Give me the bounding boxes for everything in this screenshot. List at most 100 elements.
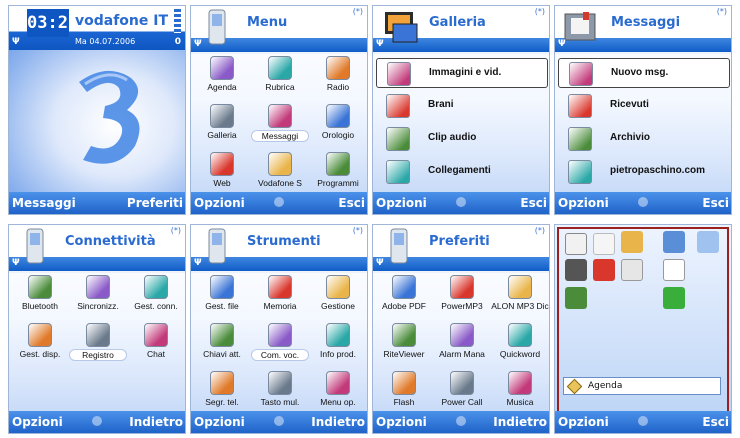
bell-icon[interactable] (663, 259, 685, 281)
screen-title: Connettività (65, 234, 156, 249)
image-icon[interactable] (621, 259, 643, 281)
grid-item[interactable]: Galleria (193, 104, 251, 150)
softkey-right[interactable]: Esci (702, 415, 729, 429)
softkey-bar: Opzioni Indietro (191, 411, 367, 433)
connect-icon[interactable] (663, 287, 685, 309)
standby-screen: 03:28 vodafone IT Ma 04.07.2006 0 Ψ Mess… (8, 5, 186, 215)
grid-item-label: Musica (506, 397, 534, 407)
header: Strumenti Ψ (*) (191, 225, 367, 273)
agenda-field[interactable]: Agenda (563, 377, 721, 395)
grid-item[interactable]: RiteViewer (375, 323, 433, 369)
grid-item[interactable]: Registro (69, 323, 127, 369)
camera-icon[interactable] (565, 259, 587, 281)
preferiti-screen: Preferiti Ψ (*) Adobe PDF PowerMP3 ALON MP… (372, 224, 550, 434)
signal-icon: Ψ (194, 258, 202, 268)
softkey-left[interactable]: Opzioni (12, 415, 63, 429)
grid-item[interactable]: Quickword (491, 323, 549, 369)
item-icon (386, 94, 410, 118)
phone-icon[interactable] (697, 231, 719, 253)
softkey-left[interactable]: Opzioni (558, 196, 609, 210)
grid-item[interactable]: Gest. file (193, 275, 251, 321)
signal-icon: Ψ (194, 39, 202, 49)
galleria-screen: Galleria Ψ (*) Immagini e vid. Brani Clip … (372, 5, 550, 215)
list-item[interactable]: Collegamenti (376, 157, 548, 187)
grid-item[interactable]: Chiavi att. (193, 323, 251, 369)
signal-icon: Ψ (376, 258, 384, 268)
softkey-left[interactable]: Opzioni (376, 196, 427, 210)
softkey-right[interactable]: Indietro (493, 415, 547, 429)
list-item[interactable]: Archivio (558, 124, 730, 154)
grid-item[interactable]: Chat (127, 323, 185, 369)
grid-item-label: Sincronizz. (77, 301, 119, 311)
screen-title: Messaggi (611, 15, 681, 30)
grid-item[interactable]: Adobe PDF (375, 275, 433, 321)
three-logo-icon (79, 70, 140, 164)
grid-item[interactable]: ALON MP3 Dic (491, 275, 549, 321)
pen-icon[interactable] (621, 231, 643, 253)
list-item[interactable]: Immagini e vid. (376, 58, 548, 88)
app-icon (508, 323, 532, 347)
grid-item-label: Gestione (320, 301, 356, 311)
battery-icon (174, 9, 181, 33)
grid-item[interactable]: Com. voc. (251, 323, 309, 369)
calendar-icon[interactable] (565, 233, 587, 255)
grid-item[interactable]: Gestione (309, 275, 367, 321)
grid-item[interactable]: Orologio (309, 104, 367, 150)
list-item[interactable]: pietropaschino.com (558, 157, 730, 187)
list-item[interactable]: Nuovo msg. (558, 58, 730, 88)
app-icon (86, 323, 110, 347)
softkey-left[interactable]: Opzioni (376, 415, 427, 429)
grid-item-label: Adobe PDF (382, 301, 426, 311)
softkey-right[interactable]: Esci (338, 196, 365, 210)
app-icon (268, 275, 292, 299)
grid-item[interactable]: Memoria (251, 275, 309, 321)
list-item-label: Archivio (610, 132, 651, 143)
list-item[interactable]: Clip audio (376, 124, 548, 154)
softkey-right[interactable]: Indietro (129, 415, 183, 429)
softkey-left[interactable]: Opzioni (194, 415, 245, 429)
softkey-left[interactable]: Messaggi (12, 196, 76, 210)
grid-item[interactable]: Messaggi (251, 104, 309, 150)
softkey-bar: Opzioni Indietro (373, 411, 549, 433)
tools-icon[interactable] (663, 231, 685, 253)
softkey-bar: Messaggi Preferiti (9, 192, 185, 214)
grid-item-label: Chiavi att. (203, 349, 241, 359)
arrow-icon[interactable] (565, 287, 587, 309)
softkey-right[interactable]: Esci (520, 196, 547, 210)
grid-item-label: Vodafone S (258, 178, 302, 188)
grid-item[interactable]: Sincronizz. (69, 275, 127, 321)
softkey-left[interactable]: Opzioni (558, 415, 609, 429)
list-item[interactable]: Brani (376, 91, 548, 121)
grid-item-label: Rubrica (265, 82, 295, 92)
grid-item-label: Flash (393, 397, 415, 407)
softkey-right[interactable]: Preferiti (127, 196, 183, 210)
app-icon (392, 323, 416, 347)
softkey-right[interactable]: Esci (702, 196, 729, 210)
softkey-left[interactable]: Opzioni (194, 196, 245, 210)
grid-item[interactable]: PowerMP3 (433, 275, 491, 321)
active-standby-screen: Agenda Opzioni Esci (554, 224, 732, 434)
phone-icon (208, 9, 226, 45)
grid-item-label: Programmi (317, 178, 359, 188)
envelope-icon[interactable] (593, 233, 615, 255)
header: Galleria Ψ (*) (373, 6, 549, 54)
gift-icon[interactable] (593, 259, 615, 281)
grid-item[interactable]: Agenda (193, 56, 251, 102)
counter-label: 0 (174, 37, 181, 47)
grid-item[interactable]: Bluetooth (11, 275, 69, 321)
operator-name: vodafone IT (75, 13, 169, 29)
grid-item[interactable]: Gest. conn. (127, 275, 185, 321)
softkey-bar: Opzioni Esci (191, 192, 367, 214)
softkey-bar: Opzioni Indietro (9, 411, 185, 433)
softkey-right[interactable]: Indietro (311, 415, 365, 429)
grid-item[interactable]: Info prod. (309, 323, 367, 369)
app-icon (86, 275, 110, 299)
grid-item[interactable]: Radio (309, 56, 367, 102)
list-item[interactable]: Ricevuti (558, 91, 730, 121)
grid-item[interactable]: Rubrica (251, 56, 309, 102)
grid-item[interactable]: Alarm Mana (433, 323, 491, 369)
grid-item-label: Menu op. (320, 397, 356, 407)
grid-item-label: Bluetooth (22, 301, 58, 311)
app-icon (268, 56, 292, 80)
grid-item[interactable]: Gest. disp. (11, 323, 69, 369)
